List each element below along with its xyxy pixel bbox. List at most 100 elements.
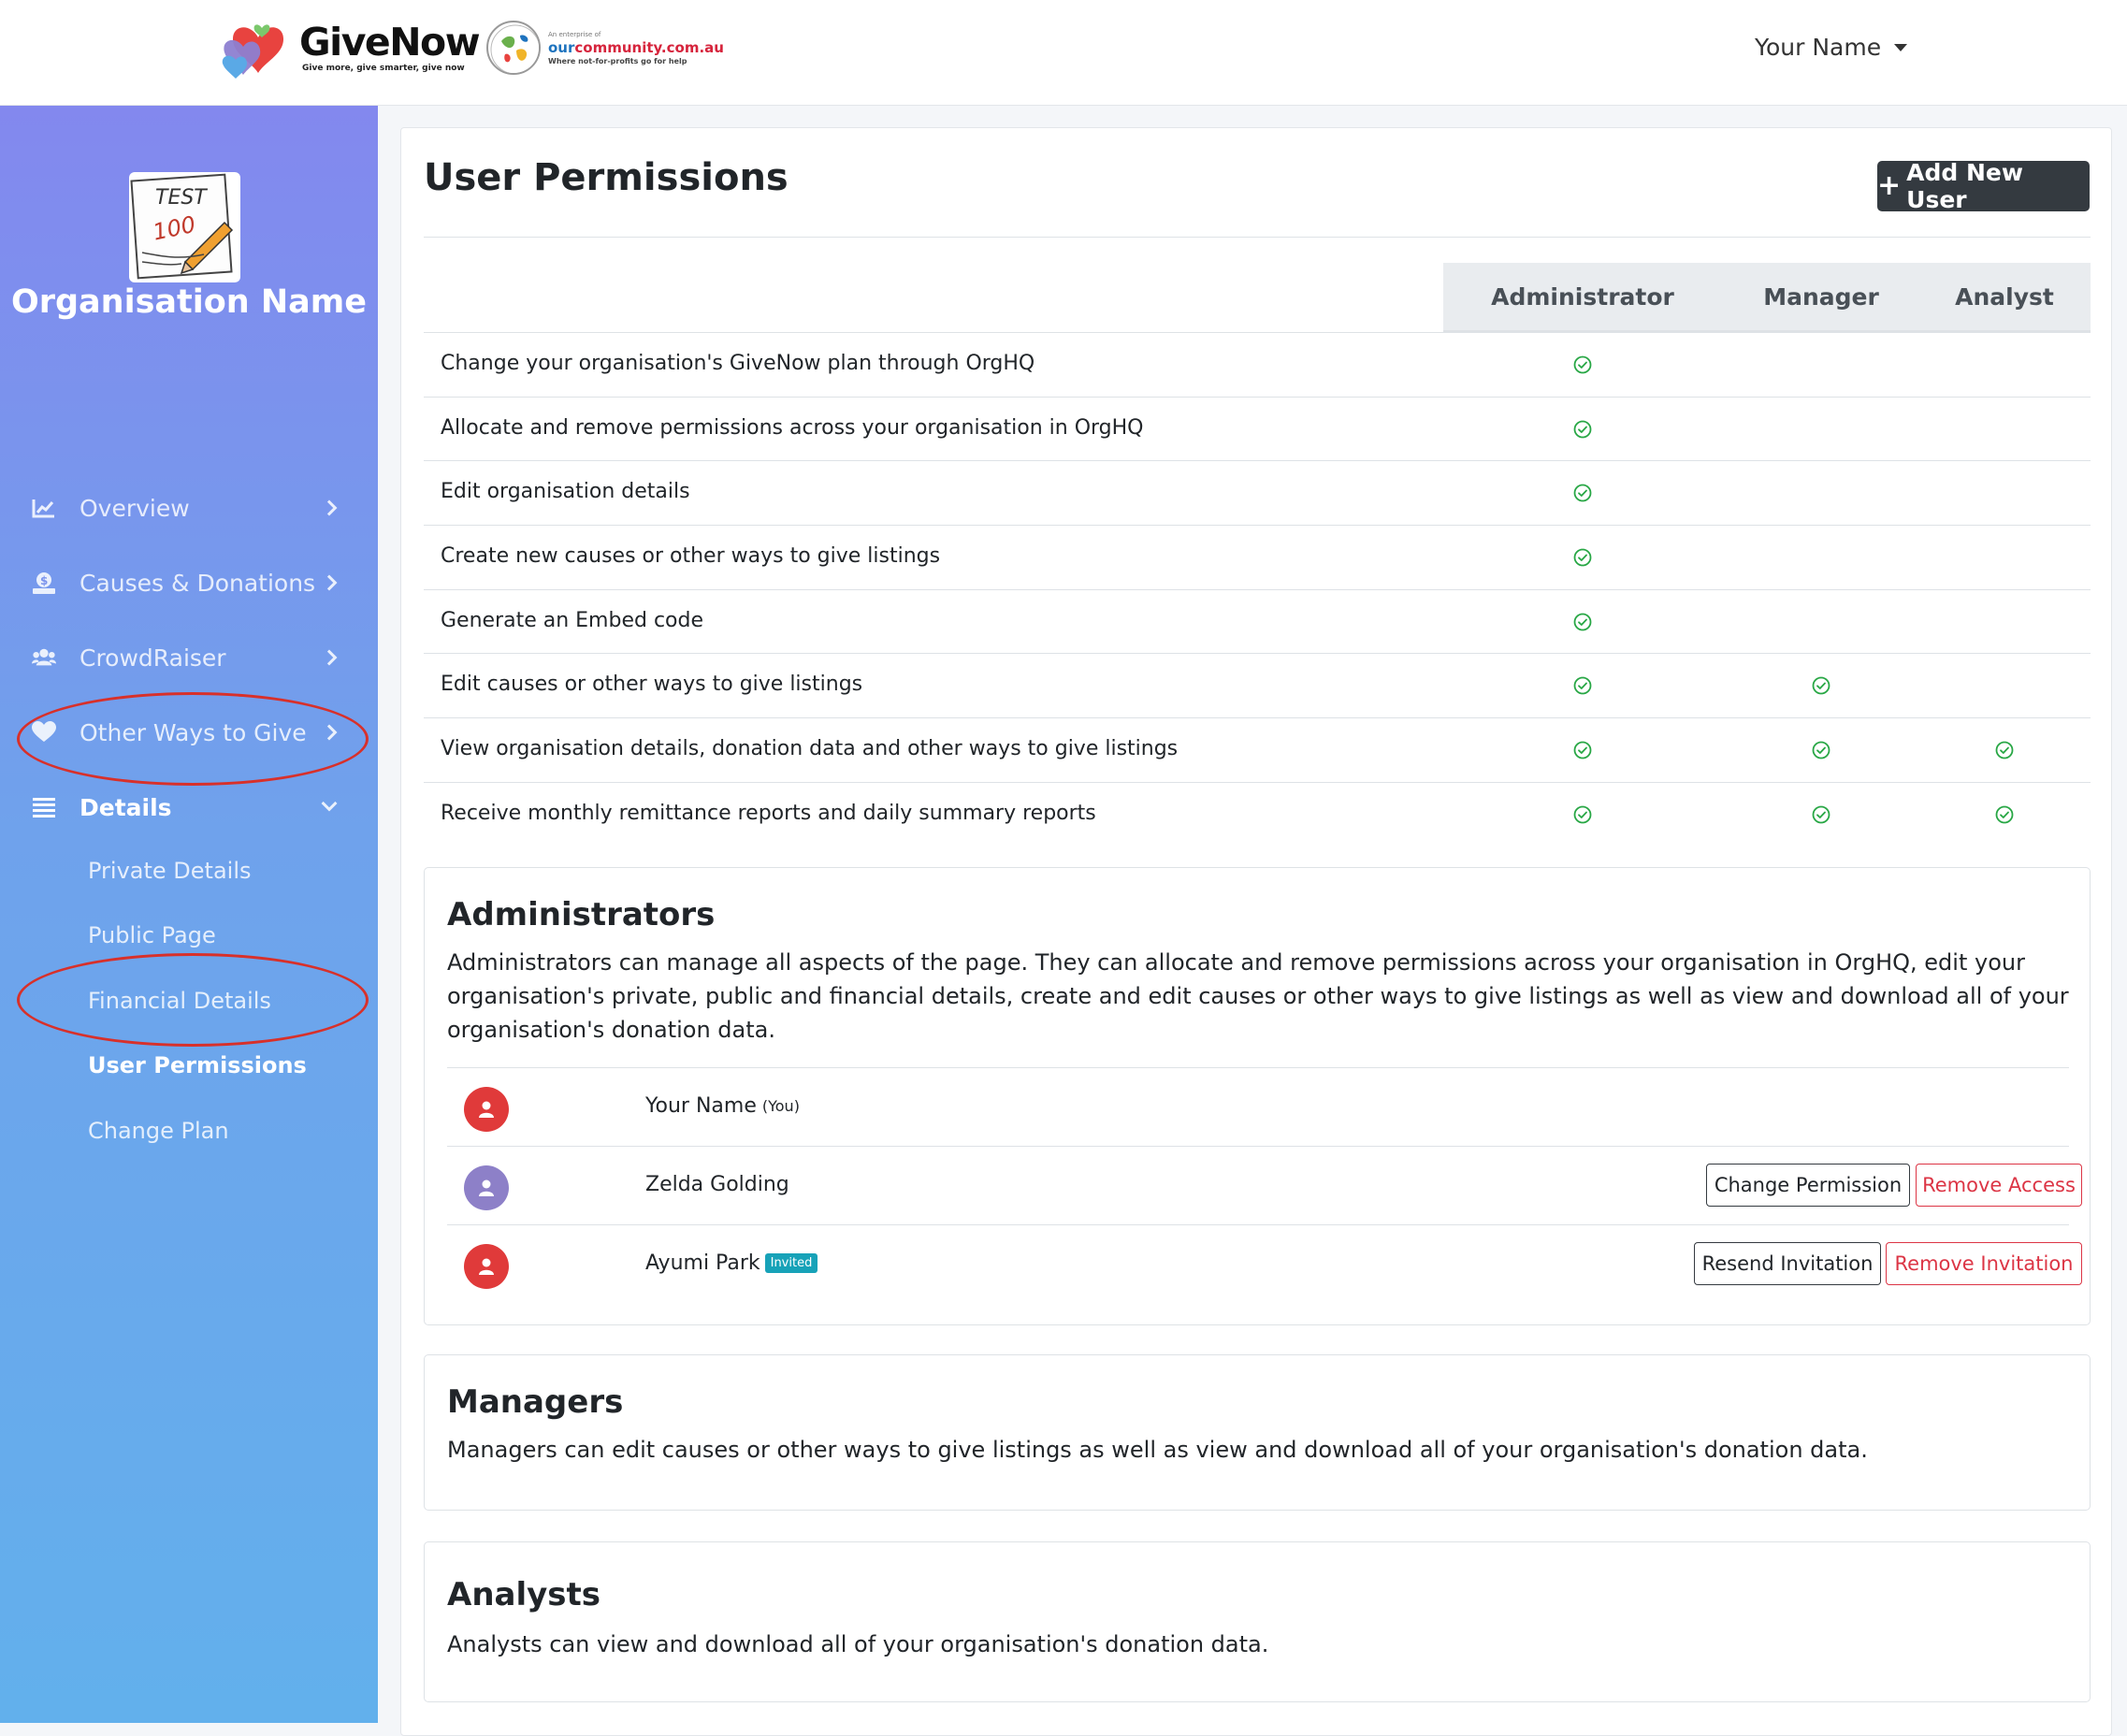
check-circle-icon — [1573, 484, 1592, 502]
avatar — [464, 1087, 509, 1132]
add-new-user-label: Add New User — [1906, 159, 2023, 213]
sidebar-item-overview[interactable]: Overview — [0, 480, 378, 536]
user-name: Zelda Golding — [645, 1173, 789, 1196]
user-name: Ayumi Park — [645, 1251, 760, 1275]
permission-row: Create new causes or other ways to give … — [424, 525, 2091, 589]
administrators-title: Administrators — [447, 896, 716, 933]
sidebar-item-causes-donations[interactable]: $ Causes & Donations — [0, 555, 378, 611]
column-header-analyst: Analyst — [1955, 283, 2054, 311]
sidebar-item-other-ways-to-give[interactable]: Other Ways to Give — [0, 704, 378, 760]
resend-invitation-button[interactable]: Resend Invitation — [1694, 1242, 1881, 1285]
ourcommunity-logo[interactable]: An enterprise of ourcommunity.com.au Whe… — [486, 21, 724, 75]
brand-name: GiveNow — [299, 20, 481, 65]
chevron-right-icon — [321, 649, 338, 666]
org-logo-text: TEST — [155, 186, 208, 210]
heart-icon — [32, 720, 56, 745]
partner-site-prefix: our — [548, 38, 575, 56]
chevron-right-icon — [321, 574, 338, 591]
page-title: User Permissions — [424, 156, 789, 199]
subnav-private-details[interactable]: Private Details — [88, 858, 252, 884]
user-name: Your Name — [645, 1094, 757, 1118]
donate-icon: $ — [32, 571, 56, 595]
sidebar-item-label: CrowdRaiser — [80, 644, 226, 672]
column-header-administrator: Administrator — [1491, 283, 1674, 311]
subnav-financial-details[interactable]: Financial Details — [88, 988, 271, 1014]
permission-row: Change your organisation's GiveNow plan … — [424, 332, 2091, 397]
add-new-user-button[interactable]: + Add New User — [1877, 159, 2090, 213]
check-circle-icon — [1573, 548, 1592, 567]
user-row: Ayumi Park Invited Resend Invitation Rem… — [447, 1224, 2082, 1303]
users-icon — [32, 645, 56, 670]
sidebar-item-label: Overview — [80, 494, 190, 522]
remove-invitation-button[interactable]: Remove Invitation — [1886, 1242, 2082, 1285]
managers-description: Managers can edit causes or other ways t… — [447, 1437, 1868, 1463]
permission-row: Edit causes or other ways to give listin… — [424, 653, 2091, 717]
partner-site-suffix: community.com.au — [574, 38, 724, 56]
permission-label: Change your organisation's GiveNow plan … — [441, 352, 1035, 375]
org-logo: TEST 100 — [129, 172, 240, 282]
permission-row: Generate an Embed code — [424, 588, 2091, 654]
column-header-manager: Manager — [1763, 283, 1879, 311]
permission-row: Receive monthly remittance reports and d… — [424, 781, 2091, 846]
permission-label: Edit organisation details — [441, 480, 690, 504]
chevron-down-icon — [321, 795, 338, 812]
user-row: Zelda Golding Change Permission Remove A… — [447, 1146, 2082, 1224]
remove-access-button[interactable]: Remove Access — [1916, 1164, 2082, 1207]
invited-badge: Invited — [764, 1253, 818, 1273]
managers-title: Managers — [447, 1383, 624, 1421]
givenow-logo[interactable]: GiveNow Give more, give smarter, give no… — [221, 19, 481, 84]
caret-down-icon — [1894, 43, 1908, 51]
user-menu-label: Your Name — [1755, 34, 1882, 61]
svg-text:$: $ — [40, 574, 48, 587]
administrators-card: Administrators Administrators can manage… — [424, 867, 2091, 1325]
plus-icon: + — [1877, 169, 1902, 202]
permission-row: View organisation details, donation data… — [424, 717, 2091, 782]
check-circle-icon — [1995, 805, 2014, 824]
partner-subtitle: Where not-for-profits go for help — [548, 56, 687, 65]
permission-label: Create new causes or other ways to give … — [441, 544, 941, 569]
check-circle-icon — [1812, 676, 1830, 695]
top-navbar: GiveNow Give more, give smarter, give no… — [0, 0, 2127, 106]
chart-line-icon — [32, 496, 56, 520]
divider — [424, 237, 2091, 238]
check-circle-icon — [1995, 741, 2014, 760]
chevron-right-icon — [321, 724, 338, 741]
brand-tagline: Give more, give smarter, give now — [302, 64, 465, 73]
administrators-description: Administrators can manage all aspects of… — [447, 949, 2069, 1043]
chevron-right-icon — [321, 499, 338, 516]
sidebar: TEST 100 Organisation Name Overview $ Ca… — [0, 106, 378, 1723]
main-content: User Permissions + Add New User Administ… — [400, 127, 2112, 1736]
partner-site: ourcommunity.com.au — [548, 38, 724, 57]
sidebar-item-details[interactable]: Details — [0, 779, 378, 835]
user-icon — [479, 1258, 494, 1275]
check-circle-icon — [1573, 676, 1592, 695]
you-tag: (You) — [761, 1097, 800, 1115]
user-menu-dropdown[interactable]: Your Name — [1755, 34, 1908, 61]
avatar — [464, 1244, 509, 1289]
org-name: Organisation Name — [10, 283, 368, 321]
sidebar-item-label: Other Ways to Give — [80, 718, 307, 746]
analysts-title: Analysts — [447, 1576, 601, 1613]
subnav-change-plan[interactable]: Change Plan — [88, 1118, 229, 1144]
sidebar-item-label: Details — [80, 793, 172, 821]
check-circle-icon — [1573, 355, 1592, 374]
check-circle-icon — [1573, 613, 1592, 631]
user-icon — [479, 1101, 494, 1118]
sidebar-item-label: Causes & Donations — [80, 569, 316, 597]
subnav-public-page[interactable]: Public Page — [88, 922, 216, 948]
sidebar-item-crowdraiser[interactable]: CrowdRaiser — [0, 629, 378, 686]
check-circle-icon — [1573, 805, 1592, 824]
change-permission-button[interactable]: Change Permission — [1706, 1164, 1910, 1207]
avatar — [464, 1165, 509, 1210]
permission-label: Allocate and remove permissions across y… — [441, 415, 1144, 440]
analysts-card: Analysts Analysts can view and download … — [424, 1541, 2091, 1702]
user-row: Your Name (You) — [447, 1067, 2069, 1146]
subnav-user-permissions[interactable]: User Permissions — [88, 1052, 307, 1078]
user-icon — [479, 1179, 494, 1196]
check-circle-icon — [1573, 420, 1592, 439]
managers-card: Managers Managers can edit causes or oth… — [424, 1354, 2091, 1511]
list-icon — [32, 795, 56, 819]
permission-label: View organisation details, donation data… — [441, 737, 1179, 761]
permissions-table: Administrator Manager Analyst Change you… — [424, 263, 2091, 846]
permission-row: Allocate and remove permissions across y… — [424, 396, 2091, 461]
